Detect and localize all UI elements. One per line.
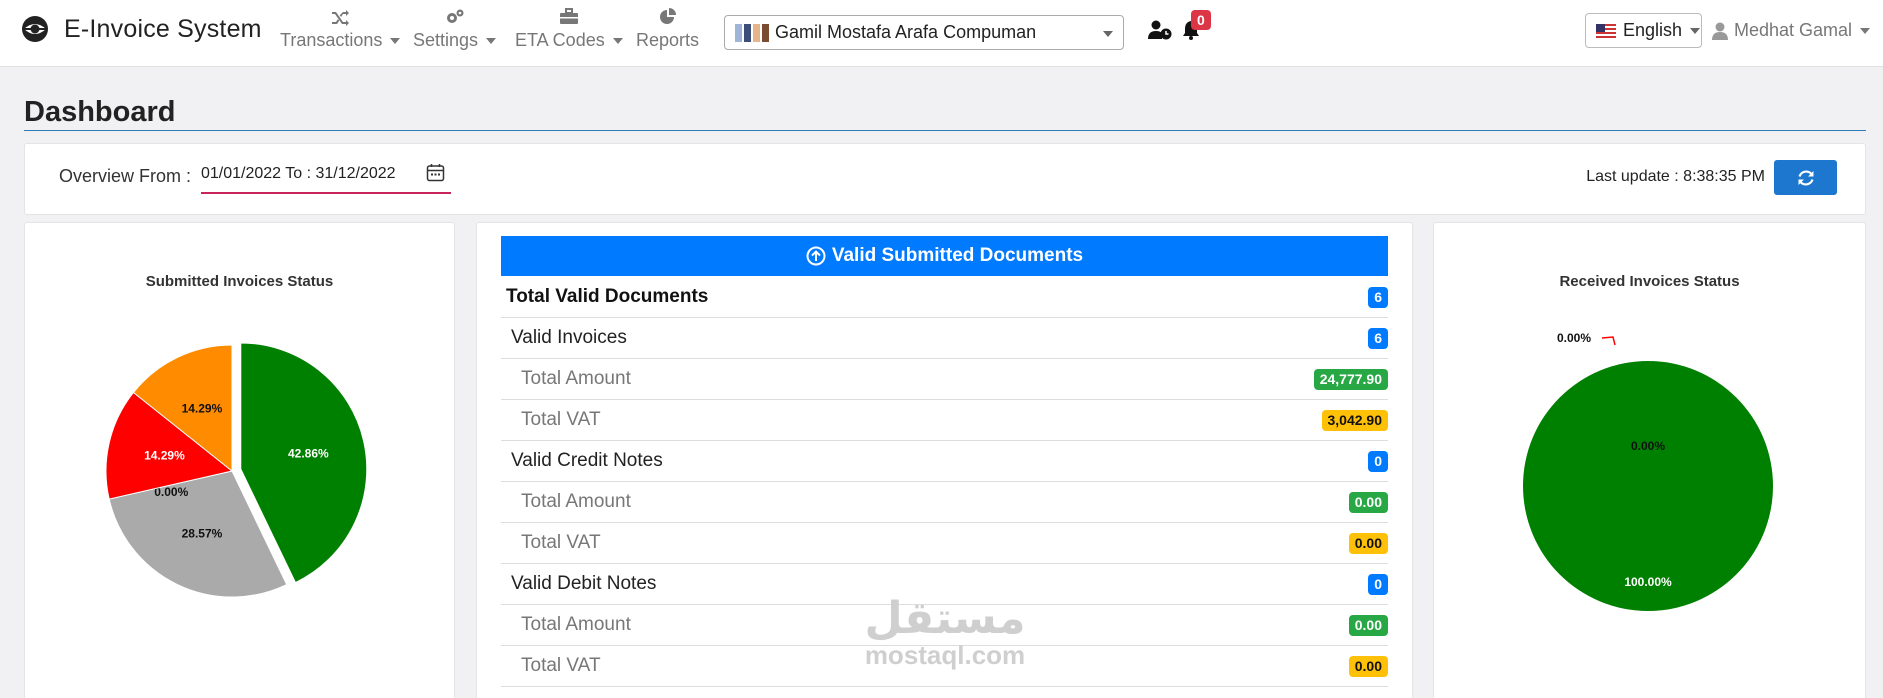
nav-reports-label: Reports [636, 30, 700, 50]
table-row: Total Valid Documents 6 [501, 277, 1388, 318]
table-row: Total Amount 24,777.90 [501, 359, 1388, 400]
chevron-down-icon [612, 38, 623, 45]
notification-count-badge: 0 [1191, 10, 1211, 30]
overview-label: Overview From : [59, 166, 192, 186]
valid-documents-header: Valid Submitted Documents [501, 236, 1388, 276]
pie-slice-label: 42.86% [288, 447, 329, 461]
chevron-down-icon [1690, 27, 1701, 34]
pie-slice-label: 14.29% [144, 449, 185, 463]
user-name: Medhat Gamal [1734, 20, 1853, 40]
brand[interactable]: E-Invoice System [20, 14, 262, 44]
overview-filter-bar: Overview From : 01/01/2022 To : 31/12/20… [24, 143, 1866, 215]
table-row: Total VAT 0.00 [501, 646, 1388, 687]
row-label: Total Valid Documents [506, 286, 709, 307]
date-range-value: 01/01/2022 To : 31/12/2022 [201, 165, 396, 182]
table-row: Valid Invoices 6 [501, 318, 1388, 359]
value-badge: 0.00 [1348, 491, 1388, 513]
calendar-icon[interactable] [426, 163, 445, 182]
refresh-icon [1797, 169, 1814, 186]
nav-eta-codes-label: ETA Codes [515, 30, 605, 50]
value-badge: 6 [1368, 327, 1388, 349]
chevron-down-icon [1860, 27, 1871, 34]
nav-eta-codes[interactable]: ETA Codes [515, 8, 623, 51]
chevron-down-icon [486, 38, 497, 45]
row-label: Total VAT [521, 655, 601, 676]
value-badge: 0.00 [1348, 532, 1388, 554]
user-clock-button[interactable] [1148, 20, 1172, 45]
date-range-input[interactable]: 01/01/2022 To : 31/12/2022 [201, 161, 451, 194]
row-label: Total Amount [521, 368, 631, 389]
received-invoices-pie: 100.00% 0.00% 0.00% [1523, 331, 1773, 611]
value-badge: 0.00 [1348, 655, 1388, 677]
nav-settings[interactable]: Settings [413, 8, 497, 51]
value-badge: 24,777.90 [1313, 368, 1388, 390]
gears-icon [446, 9, 464, 23]
user-clock-icon [1148, 20, 1172, 40]
nav-reports[interactable]: Reports [636, 8, 699, 51]
user-menu[interactable]: Medhat Gamal [1712, 20, 1871, 41]
pie-slice-label: 0.00% [1631, 439, 1665, 453]
value-badge: 3,042.90 [1321, 409, 1388, 431]
valid-documents-card: Valid Submitted Documents Total Valid Do… [476, 222, 1413, 698]
row-label: Total VAT [521, 532, 601, 553]
eye-logo-icon [22, 16, 48, 42]
user-icon [1712, 22, 1728, 40]
row-label: Total Amount [521, 614, 631, 635]
language-select-value: English [1623, 20, 1683, 40]
pie-slice-label: 28.57% [182, 526, 223, 540]
company-select-value: Gamil Mostafa Arafa Compuman [775, 22, 1037, 42]
table-row: Total VAT 3,042.90 [501, 400, 1388, 441]
value-badge: 0 [1368, 573, 1388, 595]
pie-slice-label: 0.00% [1557, 331, 1591, 345]
us-flag-icon [1596, 23, 1616, 38]
language-select[interactable]: English [1585, 13, 1702, 48]
page-title: Dashboard [24, 96, 176, 128]
value-badge: 0.00 [1348, 614, 1388, 636]
table-row: Total VAT 0.00 [501, 523, 1388, 564]
nav-transactions-label: Transactions [280, 30, 383, 50]
nav-transactions[interactable]: Transactions [280, 8, 401, 51]
pie-slice-label: 14.29% [182, 402, 223, 416]
app-title: E-Invoice System [64, 14, 262, 43]
table-row: Total Amount 0.00 [501, 605, 1388, 646]
pie-chart-icon [659, 8, 676, 24]
received-invoices-card: Received Invoices Status 100.00% 0.00% 0.0… [1433, 222, 1866, 698]
pie-leader-line [1601, 336, 1616, 346]
submitted-invoices-pie: 42.86%28.57%0.00%14.29%14.29% [105, 342, 368, 598]
chevron-down-icon [390, 38, 401, 45]
toolbox-icon [559, 8, 578, 24]
row-label: Valid Invoices [511, 327, 627, 348]
value-badge: 6 [1368, 286, 1388, 308]
refresh-button[interactable] [1774, 160, 1837, 195]
company-logo-icon [735, 23, 769, 43]
submitted-invoices-card: Submitted Invoices Status 42.86% 28.57% 0.… [24, 222, 455, 698]
last-update-text: Last update : 8:38:35 PM [1586, 168, 1765, 185]
row-label: Total VAT [521, 409, 601, 430]
table-row: Valid Credit Notes 0 [501, 441, 1388, 482]
valid-documents-title: Valid Submitted Documents [831, 245, 1084, 266]
table-row: Valid Debit Notes 0 [501, 564, 1388, 605]
nav-settings-label: Settings [413, 30, 479, 50]
row-label: Valid Debit Notes [511, 573, 657, 594]
title-divider [24, 130, 1866, 131]
top-navbar: E-Invoice System Transactions Settings E… [0, 0, 1883, 67]
row-label: Total Amount [521, 491, 631, 512]
arrow-circle-up-icon [806, 246, 826, 266]
row-label: Valid Credit Notes [511, 450, 663, 471]
company-select[interactable]: Gamil Mostafa Arafa Compuman [724, 15, 1124, 50]
pie-slice-label: 100.00% [1624, 575, 1672, 589]
pie-slice[interactable] [1523, 361, 1773, 611]
table-row: Total Amount 0.00 [501, 482, 1388, 523]
shuffle-icon [332, 10, 350, 26]
value-badge: 0 [1368, 450, 1388, 472]
chevron-down-icon [1103, 31, 1113, 37]
